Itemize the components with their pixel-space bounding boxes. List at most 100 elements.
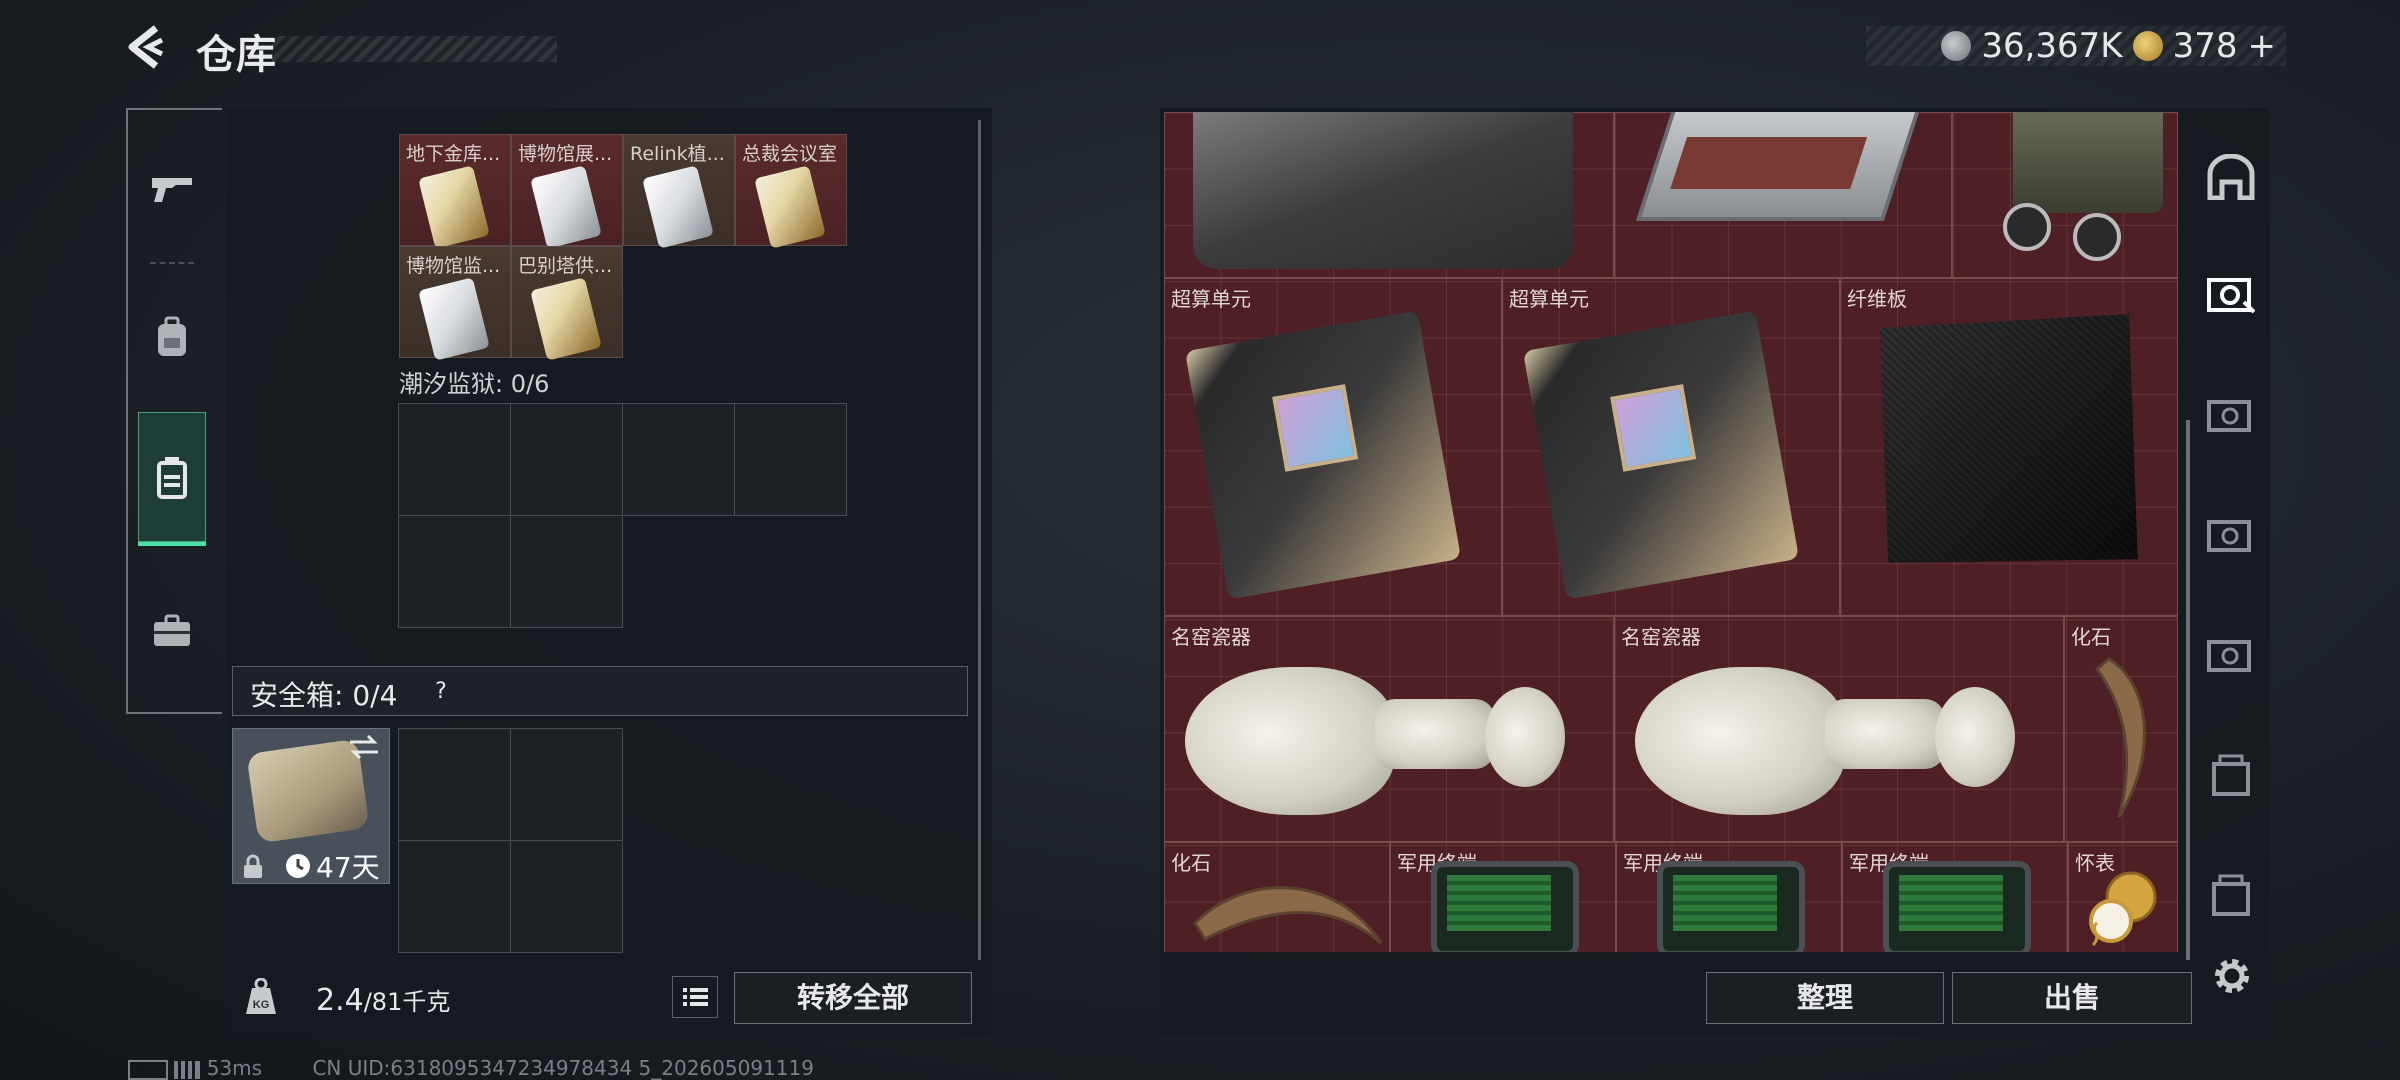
stash-scrollbar[interactable] [2186,420,2190,960]
stash-item-fuel-can[interactable] [1164,112,1614,278]
svg-text:KG: KG [253,999,270,1011]
stash-item-supercomputer-unit[interactable]: 超算单元 [1164,278,1502,616]
lock-icon [244,854,262,878]
key-card-slot[interactable]: 巴别塔供... [511,246,623,361]
clock-icon [286,854,310,878]
empty-slot[interactable] [734,403,847,516]
stash-tab-4-icon[interactable] [2206,632,2256,678]
stash-tab-5-icon[interactable] [2206,752,2256,798]
server-image [1635,112,1923,221]
item-label: 地下金库... [406,143,501,165]
battery-icon [128,1059,168,1080]
empty-slot[interactable] [510,728,623,841]
currency-1-value: 36,367K [1981,26,2123,66]
nav-containers[interactable] [138,412,206,546]
stash-item-supercomputer-unit[interactable]: 超算单元 [1502,278,1840,616]
item-label: 博物馆展... [518,143,613,165]
key-card-slot[interactable]: 博物馆展... [511,134,623,249]
key-card-slot[interactable]: Relink植... [623,134,735,249]
fuel-can-image [1193,112,1573,269]
swap-icon[interactable] [348,734,380,760]
terminal-image [1883,861,2031,952]
list-icon [683,988,708,1006]
fossil-claw-image [2094,657,2146,818]
signal-icon [174,1060,201,1079]
list-view-button[interactable] [672,976,718,1018]
stash-item-fossil[interactable]: 化石 [1164,842,1390,952]
stash-tab-6-icon[interactable] [2206,872,2256,918]
item-label: 总裁会议室 [742,143,838,165]
nav-equipment[interactable] [138,272,206,402]
empty-slot[interactable] [510,403,623,516]
currency-2-value: 378 [2172,26,2238,66]
stash-item-military-terminal[interactable]: 军用终端 [1842,842,2068,952]
empty-slot[interactable] [510,840,623,953]
empty-slot[interactable] [398,403,511,516]
keycard-icon [642,165,714,249]
help-button[interactable]: ? [426,677,456,707]
weight-unit: 千克 [402,988,451,1016]
nav-separator [150,262,194,264]
currency-bar: 36,367K 378 + [1866,26,2286,66]
empty-slot[interactable] [622,403,735,516]
fiberboard-image [1880,314,2138,563]
keycard-icon [530,165,602,249]
section-title-tidal-prison: 潮汐监狱: 0/6 [399,370,550,398]
safe-box-label: 安全箱: 0/4 [250,679,398,712]
fossil-claw-image [1193,886,1383,945]
transfer-all-button[interactable]: 转移全部 [734,972,972,1024]
left-scrollbar[interactable] [978,120,981,960]
title-stripe-decoration [272,36,557,62]
weight-readout: 2.4/81千克 [316,982,450,1018]
stash-item-pocket-watch[interactable]: 怀表 [2068,842,2178,952]
gun-icon [152,178,192,202]
stash-item-military-terminal[interactable]: 军用终端 [1390,842,1616,952]
stash-item-fossil[interactable]: 化石 [2064,616,2178,842]
nav-weapons[interactable] [138,124,206,254]
stash-tab-1-icon[interactable] [2206,272,2256,318]
safe-box-expiry: 47天 [316,851,380,884]
stash-item-famous-porcelain[interactable]: 名窑瓷器 [1164,616,1614,842]
hafcoin-icon [1941,31,1972,61]
stash-grid: 超算单元 超算单元 纤维板 名窑瓷器 名窑瓷器 化石 化石 怀表 [1164,112,2178,952]
key-card-slot[interactable]: 总裁会议室 [735,134,847,249]
item-label: Relink植... [630,143,725,165]
back-button[interactable] [122,22,172,72]
back-arrow-icon [128,25,164,69]
triangle-coin-icon [2132,31,2163,61]
porcelain-vase-image [1635,667,1845,815]
stash-item-server[interactable] [1614,112,1952,278]
keycard-icon [754,165,826,249]
porcelain-vase-image [1185,667,1395,815]
empty-slot[interactable] [398,840,511,953]
item-label: 超算单元 [1509,287,1589,311]
stash-tab-3-icon[interactable] [2206,512,2256,558]
page-title: 仓库 [196,32,276,78]
vehicle-model-image [2013,112,2163,213]
keycard-icon [418,277,490,361]
key-card-slot[interactable]: 博物馆监... [399,246,511,361]
nav-briefcase[interactable] [138,566,206,696]
stash-tab-2-icon[interactable] [2206,392,2256,438]
item-label: 超算单元 [1171,287,1251,311]
stash-item-vehicle-model[interactable] [1952,112,2178,278]
pocket-watch-image [2089,871,2157,947]
key-card-slot[interactable]: 地下金库... [399,134,511,249]
stash-item-fiberboard[interactable]: 纤维板 [1840,278,2178,616]
item-label: 博物馆监... [406,255,501,277]
terminal-image [1657,861,1805,952]
sell-button[interactable]: 出售 [1952,972,2192,1024]
stash-item-famous-porcelain[interactable]: 名窑瓷器 [1614,616,2064,842]
stash-tab-all-icon[interactable] [2206,154,2256,200]
stash-item-military-terminal[interactable]: 军用终端 [1616,842,1842,952]
item-label: 名窑瓷器 [1171,625,1251,649]
item-label: 纤维板 [1847,287,1907,311]
weight-icon: KG [246,978,276,1014]
empty-slot[interactable] [398,728,511,841]
sort-button[interactable]: 整理 [1706,972,1944,1024]
settings-gear-icon[interactable] [2210,954,2254,998]
empty-slot[interactable] [398,515,511,628]
empty-slot[interactable] [510,515,623,628]
currency-add-button[interactable]: + [2248,26,2277,66]
keycard-icon [418,165,490,249]
